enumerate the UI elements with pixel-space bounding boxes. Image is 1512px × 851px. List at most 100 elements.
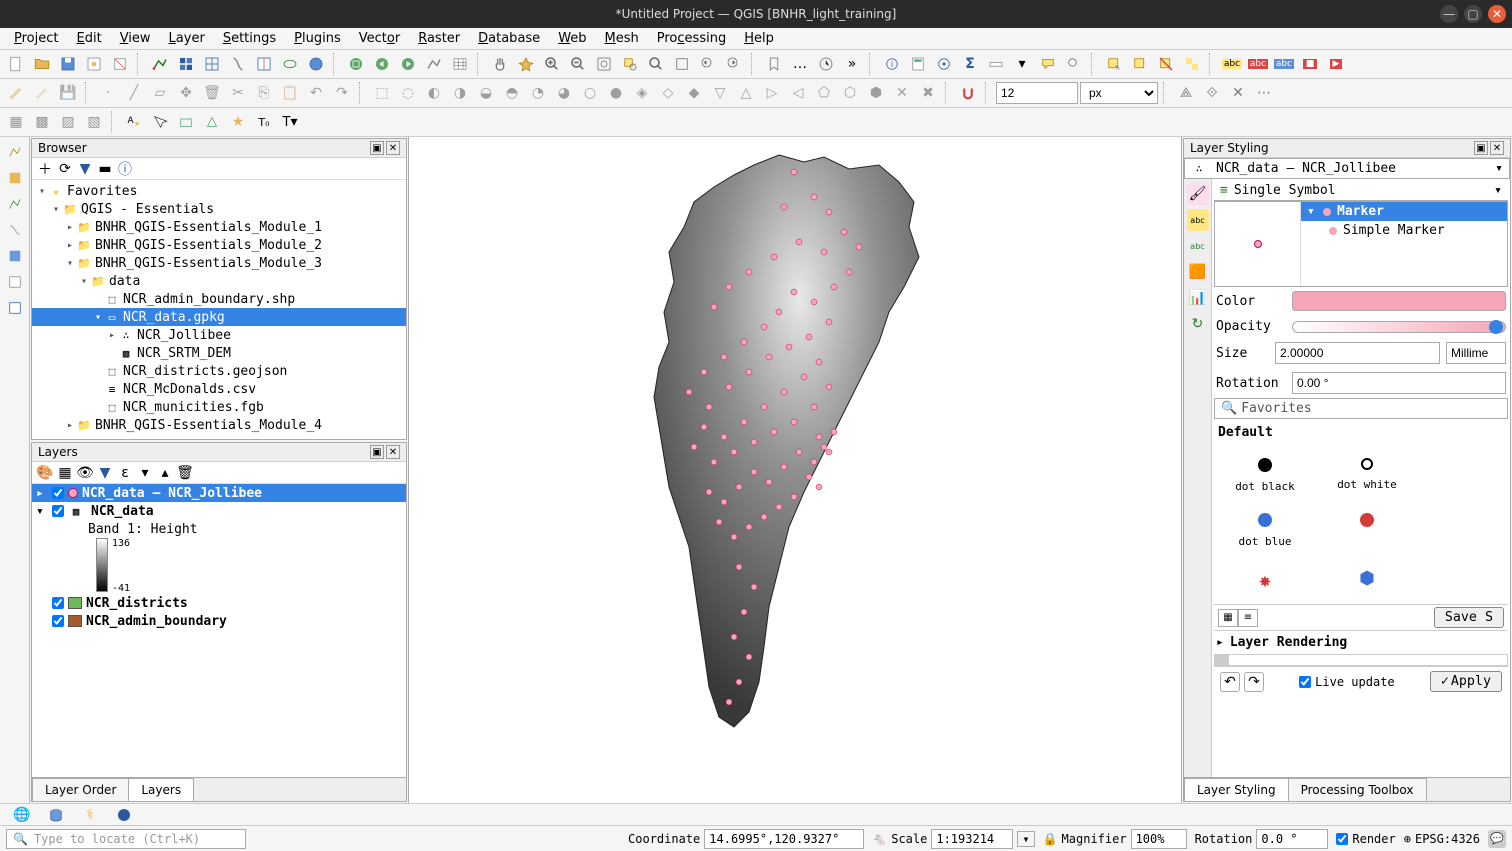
redo-style-button[interactable]: ↷ [1244, 672, 1264, 692]
size-input[interactable] [1275, 342, 1440, 364]
show-bookmarks-icon[interactable]: … [788, 52, 812, 76]
python-icon[interactable]: ⚕ [78, 803, 102, 827]
label-abc3-icon[interactable]: abc [1272, 52, 1296, 76]
layers-collapse-icon[interactable]: ▴ [156, 464, 174, 482]
locator-input[interactable]: 🔍Type to locate (Ctrl+K) [6, 829, 246, 849]
new-map-view-icon[interactable] [422, 52, 446, 76]
open-table-icon[interactable] [448, 52, 472, 76]
zoom-in-icon[interactable] [540, 52, 564, 76]
label-tool-arrow-icon[interactable] [148, 110, 172, 134]
pan-to-selection-icon[interactable] [514, 52, 538, 76]
calc-icon[interactable] [906, 52, 930, 76]
symbol-grid[interactable]: dot black dot white dot blue ✸ ⬢ [1214, 446, 1508, 604]
web-icon[interactable] [112, 803, 136, 827]
opacity-slider[interactable] [1292, 321, 1506, 333]
select-features-icon[interactable] [1102, 52, 1126, 76]
layer-rendering-section[interactable]: ▸Layer Rendering [1214, 630, 1508, 654]
styling-layer-combo[interactable]: ∴NCR_data — NCR_Jollibee▾ [1184, 158, 1510, 179]
topo-edit-icon[interactable]: ⟁ [1174, 81, 1198, 105]
layer-ncrdata-checkbox[interactable] [52, 505, 64, 517]
menu-vector[interactable]: Vector [351, 29, 408, 48]
select-by-expr-icon[interactable] [1128, 52, 1152, 76]
menu-edit[interactable]: Edit [69, 29, 110, 48]
add-vector-icon[interactable] [148, 52, 172, 76]
window-maximize-button[interactable]: ▢ [1464, 5, 1482, 23]
add-virtual-icon[interactable] [278, 52, 302, 76]
snap-unit-select[interactable]: px [1080, 82, 1158, 104]
messages-icon[interactable]: 💬 [1488, 830, 1506, 848]
nav-previous-icon[interactable] [344, 52, 368, 76]
db-manager-icon[interactable] [44, 803, 68, 827]
size-unit-input[interactable] [1446, 342, 1506, 364]
new-project-icon[interactable] [4, 52, 28, 76]
tab-symbology-icon[interactable]: 🖌 [1187, 183, 1209, 205]
label-abc2-icon[interactable]: abc [1246, 52, 1270, 76]
add-raster-icon[interactable] [174, 52, 198, 76]
statistics-icon[interactable]: Σ [958, 52, 982, 76]
label-tool-text-icon[interactable]: T₀ [252, 110, 276, 134]
map-canvas[interactable] [408, 137, 1182, 803]
styling-close-button[interactable]: ✕ [1490, 141, 1504, 155]
zoom-out-icon[interactable] [566, 52, 590, 76]
grid-view-button[interactable]: ▦ [1218, 609, 1238, 627]
browser-tree[interactable]: ▾★Favorites ▾📁QGIS - Essentials ▸📁BNHR_Q… [32, 180, 406, 436]
layers-expr-icon[interactable]: ε [116, 464, 134, 482]
label-red-icon[interactable]: ■ [1298, 52, 1322, 76]
layers-add-group-icon[interactable]: ▦ [56, 464, 74, 482]
ds-raster-icon[interactable] [4, 167, 26, 189]
menu-settings[interactable]: Settings [215, 29, 284, 48]
zoom-last-icon[interactable] [696, 52, 720, 76]
label-tool-rect-icon[interactable] [174, 110, 198, 134]
avoid-intersect-icon[interactable]: ✕ [1226, 81, 1250, 105]
ds-vector-icon[interactable] [4, 141, 26, 163]
zoom-selection-icon[interactable] [618, 52, 642, 76]
print-layout-icon[interactable] [82, 52, 106, 76]
tab-layer-order[interactable]: Layer Order [32, 778, 129, 801]
browser-undock-button[interactable]: ▣ [370, 141, 384, 155]
layer-boundary-checkbox[interactable] [52, 615, 64, 627]
layer-districts-checkbox[interactable] [52, 597, 64, 609]
render-checkbox[interactable] [1336, 833, 1348, 845]
snapping-icon[interactable] [956, 81, 980, 105]
ds-wms-icon[interactable] [4, 297, 26, 319]
layer-jollibee-checkbox[interactable] [52, 487, 64, 499]
tab-labels-icon[interactable]: abc [1187, 209, 1209, 231]
nav-3d-icon[interactable] [396, 52, 420, 76]
tab-processing-toolbox[interactable]: Processing Toolbox [1288, 778, 1427, 801]
symbol-favorites-search[interactable]: 🔍Favorites [1214, 398, 1508, 419]
style-manager-icon[interactable] [108, 52, 132, 76]
symbol-tree[interactable]: ▾Marker Simple Marker [1214, 201, 1508, 287]
deselect-icon[interactable] [1154, 52, 1178, 76]
color-swatch[interactable] [1292, 291, 1506, 311]
tab-diagrams-icon[interactable]: 📊 [1187, 287, 1209, 309]
live-update-checkbox[interactable] [1299, 676, 1311, 688]
measure-icon[interactable] [984, 52, 1008, 76]
save-symbol-button[interactable]: Save S [1434, 607, 1504, 628]
label-tool-t-icon[interactable]: T▾ [278, 110, 302, 134]
label-yt-icon[interactable]: ▶ [1324, 52, 1348, 76]
ds-mesh-icon[interactable] [4, 193, 26, 215]
zoom-layer-icon[interactable] [644, 52, 668, 76]
label-tool-poly-icon[interactable] [200, 110, 224, 134]
ds-spatialite-icon[interactable] [4, 245, 26, 267]
identify-icon[interactable]: i [880, 52, 904, 76]
menu-view[interactable]: View [112, 29, 159, 48]
coord-input[interactable] [704, 829, 864, 849]
window-close-button[interactable]: ✕ [1488, 5, 1506, 23]
menu-raster[interactable]: Raster [410, 29, 468, 48]
symbol-dot-red[interactable] [1326, 513, 1408, 548]
browser-filter-icon[interactable]: ▼ [76, 160, 94, 178]
save-project-icon[interactable] [56, 52, 80, 76]
symbol-dot-white[interactable]: dot white [1326, 458, 1408, 493]
menu-database[interactable]: Database [470, 29, 548, 48]
layers-remove-icon[interactable]: 🗑 [176, 464, 194, 482]
refresh-icon[interactable]: » [840, 52, 864, 76]
styling-undock-button[interactable]: ▣ [1474, 141, 1488, 155]
browser-collapse-icon[interactable]: ▬ [96, 160, 114, 178]
snap-tolerance-input[interactable] [996, 82, 1078, 104]
symbol-marker-blue[interactable]: ⬢ [1326, 568, 1408, 592]
pencil2-icon[interactable] [30, 81, 54, 105]
layers-visibility-icon[interactable]: 👁 [76, 464, 94, 482]
snap-options-icon[interactable]: ⋯ [1252, 81, 1276, 105]
topo-check-icon[interactable]: ⟐ [1200, 81, 1224, 105]
